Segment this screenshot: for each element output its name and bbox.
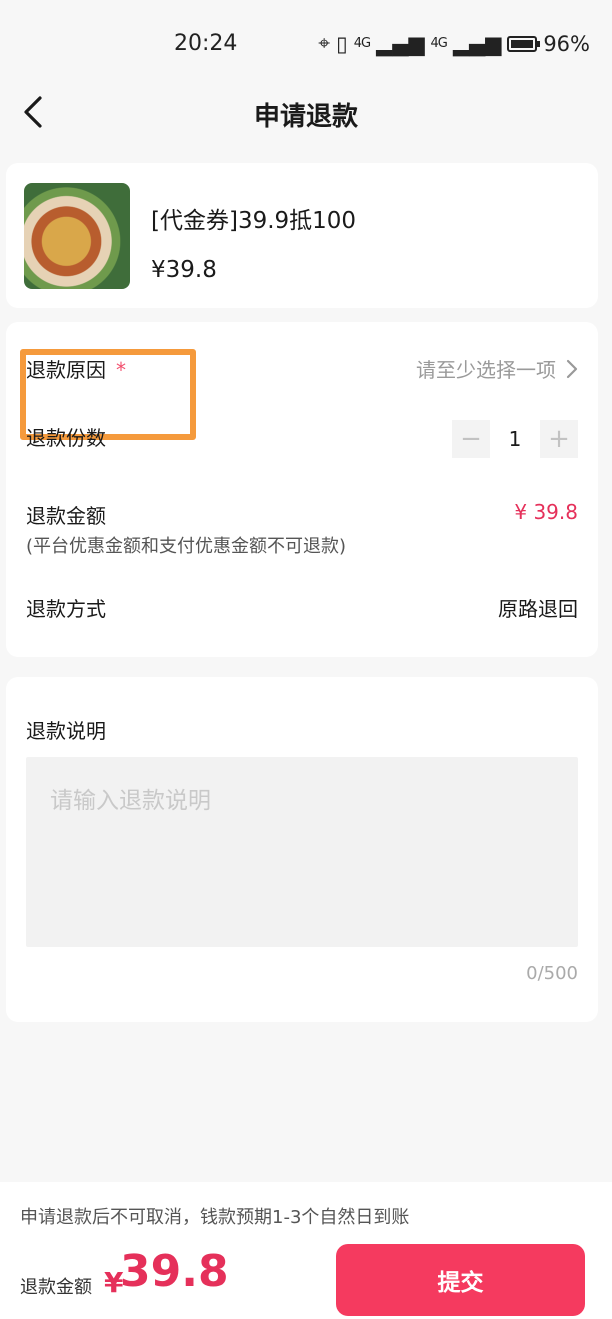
product-price: ¥39.8: [151, 257, 217, 283]
quantity-stepper: − 1 +: [452, 420, 578, 458]
refund-amount-row: 退款金额 ¥ 39.8 (平台优惠金额和支付优惠金额不可退款): [26, 500, 578, 560]
refund-method-row: 退款方式 原路退回: [26, 593, 578, 623]
battery-level: 96%: [543, 31, 590, 56]
signal-icon: ▂▄▆: [376, 31, 425, 56]
refund-quantity-label: 退款份数: [26, 426, 106, 450]
refund-description-title: 退款说明: [26, 719, 106, 743]
page-title: 申请退款: [253, 102, 358, 132]
refund-amount-value: ¥ 39.8: [514, 500, 578, 524]
total-amount: 39.8: [120, 1246, 229, 1297]
chevron-right-icon: [566, 359, 578, 378]
submit-button[interactable]: 提交: [336, 1244, 585, 1316]
quantity-minus-button[interactable]: −: [452, 420, 490, 458]
refund-info-card: 退款原因 * 请至少选择一项 退款份数 − 1 + 退款金额 ¥ 39.8 (平台…: [6, 322, 598, 657]
signal-icon: ▂▄▆: [452, 31, 502, 56]
signal-label-1: 4G: [353, 36, 371, 51]
navigation-bar: 申请退款: [0, 80, 612, 144]
status-bar: 20:24 ⌖ ▯ 4G ▂▄▆ 4G ▂▄▆ 96%: [0, 0, 612, 90]
refund-quantity-row: 退款份数 − 1 +: [26, 420, 578, 464]
refund-amount-label: 退款金额: [26, 504, 106, 528]
refund-description-card: 退款说明 0/500: [6, 677, 598, 1022]
refund-method-value: 原路退回: [498, 597, 578, 621]
refund-amount-note: (平台优惠金额和支付优惠金额不可退款): [26, 536, 347, 557]
vibrate-icon: ▯: [336, 31, 348, 56]
refund-reason-selector[interactable]: 请至少选择一项: [416, 354, 578, 383]
refund-method-label: 退款方式: [26, 597, 106, 621]
status-time: 20:24: [174, 31, 238, 56]
product-name: [代金券]39.9抵100: [151, 208, 357, 234]
signal-label-2: 4G: [430, 36, 448, 51]
bottom-bar: 申请退款后不可取消，钱款预期1-3个自然日到账 退款金额 ¥ 39.8 提交: [0, 1182, 612, 1319]
refund-notice: 申请退款后不可取消，钱款预期1-3个自然日到账: [20, 1207, 410, 1228]
character-count: 0/500: [526, 963, 578, 984]
refund-reason-row[interactable]: 退款原因 * 请至少选择一项: [20, 349, 578, 440]
refund-reason-placeholder: 请至少选择一项: [416, 358, 556, 382]
location-icon: ⌖: [318, 31, 331, 55]
refund-description-input[interactable]: [26, 757, 578, 947]
product-card: [代金券]39.9抵100 ¥39.8: [6, 163, 598, 308]
quantity-value: 1: [508, 427, 522, 451]
status-icons: ⌖ ▯ 4G ▂▄▆ 4G ▂▄▆ 96%: [318, 31, 590, 56]
product-image: [24, 183, 130, 289]
quantity-plus-button[interactable]: +: [540, 420, 578, 458]
battery-icon: [507, 35, 541, 52]
total-amount-label: 退款金额: [20, 1277, 92, 1298]
